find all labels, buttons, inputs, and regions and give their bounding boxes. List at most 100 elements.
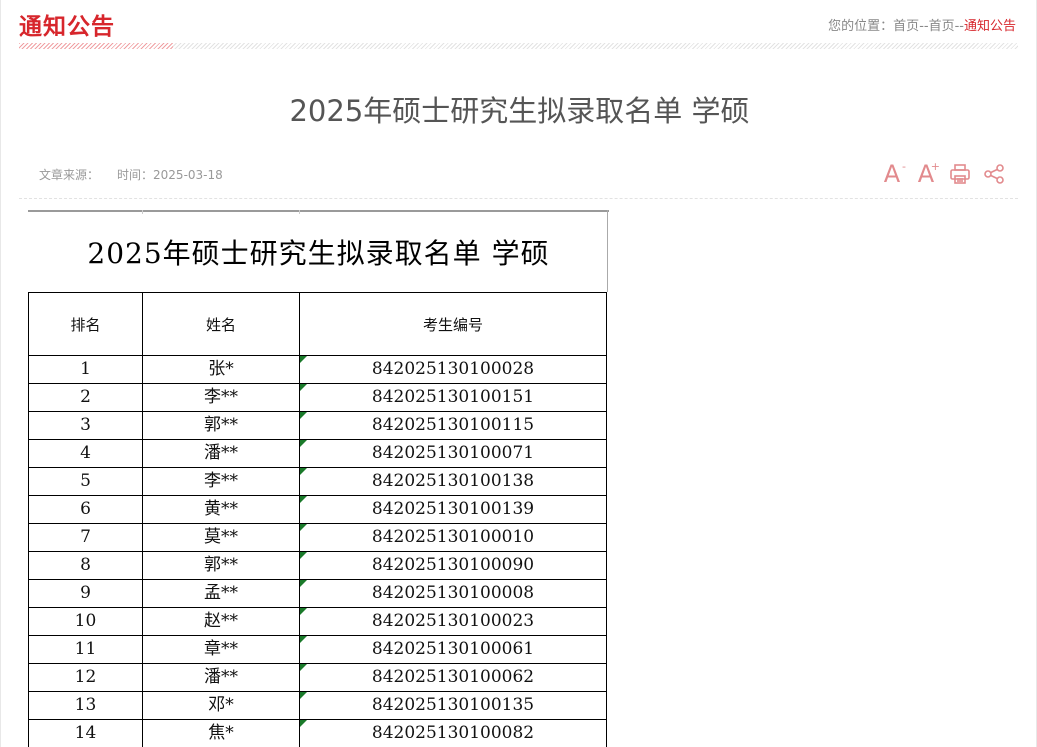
candidate-id-cell: 842025130100138 <box>299 467 607 496</box>
name-cell: 莫** <box>142 523 300 552</box>
breadcrumb-current-link[interactable]: 通知公告 <box>964 19 1016 34</box>
rank-cell: 13 <box>28 691 143 720</box>
table-row: 3 郭** 842025130100115 <box>28 411 607 440</box>
rank-cell: 3 <box>28 411 143 440</box>
cell-comment-marker <box>300 496 307 503</box>
table-row: 11 章** 842025130100061 <box>28 635 607 664</box>
name-cell: 焦* <box>142 719 300 747</box>
breadcrumb-label: 您的位置： <box>828 19 894 34</box>
candidate-id-cell: 842025130100090 <box>299 551 607 580</box>
cell-comment-marker <box>300 692 307 699</box>
name-cell: 张* <box>142 355 300 384</box>
document-title: 2025年硕士研究生拟录取名单 学硕 <box>87 237 550 270</box>
cell-comment-marker <box>300 608 307 615</box>
table-header-row: 排名 姓名 考生编号 <box>28 292 607 356</box>
table-row: 5 李** 842025130100138 <box>28 467 607 496</box>
candidate-id-cell: 842025130100071 <box>299 439 607 468</box>
document-column-tick <box>299 210 300 214</box>
print-icon[interactable] <box>948 160 972 188</box>
breadcrumb-home-link-2[interactable]: 首页 <box>929 19 955 34</box>
column-header-candidate-id: 考生编号 <box>299 292 607 356</box>
name-cell: 黄** <box>142 495 300 524</box>
candidate-id-cell: 842025130100115 <box>299 411 607 440</box>
table-row: 1 张* 842025130100028 <box>28 355 607 384</box>
rank-cell: 12 <box>28 663 143 692</box>
cell-comment-marker <box>300 720 307 727</box>
name-cell: 李** <box>142 467 300 496</box>
table-row: 7 莫** 842025130100010 <box>28 523 607 552</box>
document-column-tick <box>142 210 143 214</box>
table-row: 6 黄** 842025130100139 <box>28 495 607 524</box>
name-cell: 郭** <box>142 411 300 440</box>
cell-comment-marker <box>300 412 307 419</box>
table-row: 12 潘** 842025130100062 <box>28 663 607 692</box>
table-row: 13 邓* 842025130100135 <box>28 691 607 720</box>
name-cell: 赵** <box>142 607 300 636</box>
cell-comment-marker <box>300 384 307 391</box>
table-row: 4 潘** 842025130100071 <box>28 439 607 468</box>
name-cell: 李** <box>142 383 300 412</box>
section-title: 通知公告 <box>19 14 115 40</box>
table-row: 9 孟** 842025130100008 <box>28 579 607 608</box>
candidate-id-cell: 842025130100135 <box>299 691 607 720</box>
candidate-id-cell: 842025130100151 <box>299 383 607 412</box>
cell-comment-marker <box>300 440 307 447</box>
table-row: 2 李** 842025130100151 <box>28 383 607 412</box>
name-cell: 潘** <box>142 663 300 692</box>
candidate-id-cell: 842025130100023 <box>299 607 607 636</box>
article-tools: A - A + <box>870 160 1006 188</box>
breadcrumb: 您的位置：首页--首页--通知公告 <box>828 15 1016 34</box>
cell-comment-marker <box>300 664 307 671</box>
candidate-id-cell: 842025130100062 <box>299 663 607 692</box>
breadcrumb-separator: -- <box>954 19 964 34</box>
breadcrumb-separator: -- <box>919 19 929 34</box>
cell-comment-marker <box>300 580 307 587</box>
document-top-border <box>28 210 609 212</box>
rank-cell: 7 <box>28 523 143 552</box>
rank-cell: 5 <box>28 467 143 496</box>
name-cell: 邓* <box>142 691 300 720</box>
source-label: 文章来源： <box>39 168 100 182</box>
page-frame: 通知公告 您的位置：首页--首页--通知公告 2025年硕士研究生拟录取名单 学… <box>0 0 1037 747</box>
rank-cell: 10 <box>28 607 143 636</box>
table-row: 8 郭** 842025130100090 <box>28 551 607 580</box>
rank-cell: 8 <box>28 551 143 580</box>
cell-comment-marker <box>300 524 307 531</box>
column-header-rank: 排名 <box>28 292 143 356</box>
cell-comment-marker <box>300 468 307 475</box>
rank-cell: 11 <box>28 635 143 664</box>
rank-cell: 2 <box>28 383 143 412</box>
name-cell: 章** <box>142 635 300 664</box>
column-header-name: 姓名 <box>142 292 300 356</box>
breadcrumb-home-link[interactable]: 首页 <box>893 19 919 34</box>
time-value: 2025-03-18 <box>153 168 223 182</box>
table-row: 14 焦* 842025130100082 <box>28 719 607 747</box>
rank-cell: 1 <box>28 355 143 384</box>
rank-cell: 6 <box>28 495 143 524</box>
candidate-id-cell: 842025130100139 <box>299 495 607 524</box>
candidate-id-cell: 842025130100028 <box>299 355 607 384</box>
candidate-id-cell: 842025130100008 <box>299 579 607 608</box>
rank-cell: 14 <box>28 719 143 747</box>
candidate-id-cell: 842025130100082 <box>299 719 607 747</box>
meta-divider <box>19 198 1018 199</box>
time-label: 时间： <box>117 168 154 182</box>
table-body: 1 张* 842025130100028 2 李** 842025130100151 3 郭*… <box>28 355 607 747</box>
font-decrease-icon[interactable]: A - <box>880 160 906 188</box>
candidate-id-cell: 842025130100061 <box>299 635 607 664</box>
header-divider-accent <box>19 43 173 49</box>
font-increase-icon[interactable]: A + <box>914 160 940 188</box>
cell-comment-marker <box>300 356 307 363</box>
candidate-id-cell: 842025130100010 <box>299 523 607 552</box>
cell-comment-marker <box>300 552 307 559</box>
article-title: 2025年硕士研究生拟录取名单 学硕 <box>289 94 750 128</box>
rank-cell: 9 <box>28 579 143 608</box>
name-cell: 潘** <box>142 439 300 468</box>
share-icon[interactable] <box>982 160 1006 188</box>
table-row: 10 赵** 842025130100023 <box>28 607 607 636</box>
document-content: 2025年硕士研究生拟录取名单 学硕 排名 姓名 考生编号 1 张* 8420251… <box>28 210 610 747</box>
rank-cell: 4 <box>28 439 143 468</box>
cell-comment-marker <box>300 636 307 643</box>
name-cell: 郭** <box>142 551 300 580</box>
name-cell: 孟** <box>142 579 300 608</box>
